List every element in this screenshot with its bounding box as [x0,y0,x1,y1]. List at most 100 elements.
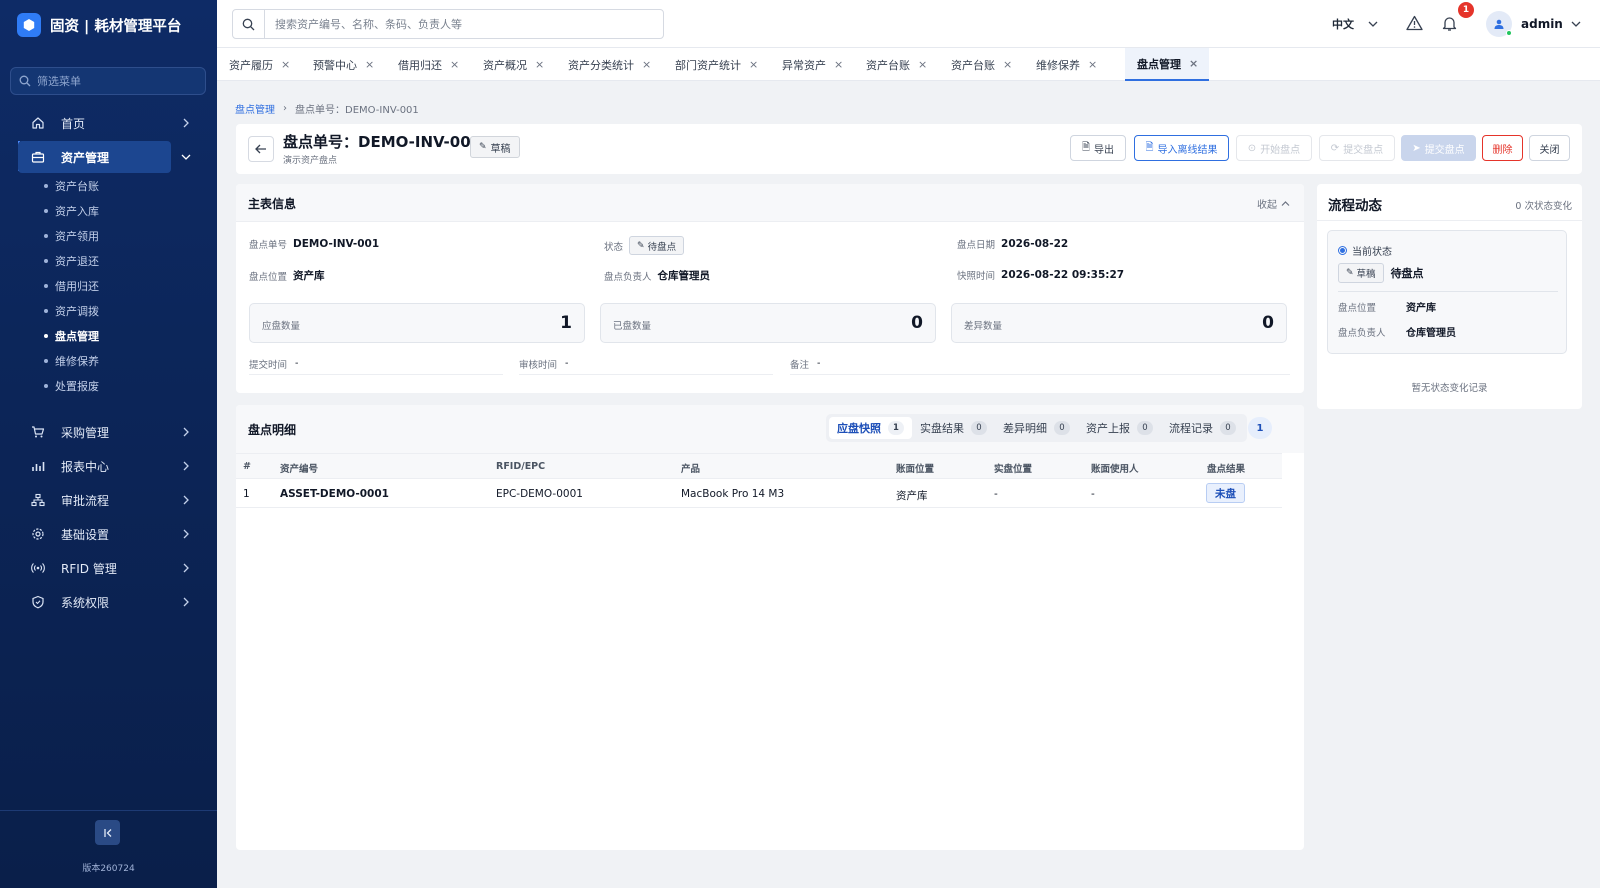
sidebar-subitem-label: 借用归还 [55,280,99,293]
back-button[interactable] [248,136,274,162]
bell-icon[interactable] [1442,15,1457,32]
sidebar-subitem-asset-return[interactable]: 资产退还 [44,251,99,271]
page-header: 盘点单号：DEMO-INV-001 演示资产盘点 ✎ 草稿 🗎 导出 🗎 导入离线结果… [236,124,1582,174]
detail-title: 盘点明细 [248,423,297,437]
tab-expected-snapshot[interactable]: 应盘快照 1 [829,417,912,439]
global-search-input[interactable] [275,17,635,31]
close-icon[interactable]: × [535,58,544,71]
app-logo[interactable]: 固资 | 耗材管理平台 [17,12,181,38]
tab-label: 实盘结果 [920,422,964,435]
detail-tabs: 应盘快照 1 实盘结果 0 差异明细 0 资产上报 0 流程记录 0 [826,414,1247,442]
sidebar-subitem-asset-inbound[interactable]: 资产入库 [44,201,99,221]
tab-asset-history[interactable]: 资产履历 × [217,48,301,81]
delete-button[interactable]: 删除 [1482,135,1523,161]
sidebar-subitem-borrow-return[interactable]: 借用归还 [44,276,99,296]
field-status: 状态 ✎ 待盘点 [604,236,685,255]
menu-filter-input[interactable]: 筛选菜单 [10,67,206,95]
field-location: 盘点位置 资产库 [249,268,325,283]
flow-owner: 盘点负责人 仓库管理员 [1338,324,1456,340]
close-icon[interactable]: × [1189,57,1198,70]
card-header [236,184,1304,222]
close-icon[interactable]: × [918,58,927,71]
close-button[interactable]: 关闭 [1529,135,1570,161]
table-row[interactable]: 1 ASSET-DEMO-0001 EPC-DEMO-0001 MacBook … [236,479,1282,508]
tab-differences[interactable]: 差异明细 0 [995,417,1078,439]
start-inventory-button[interactable]: ⊙ 开始盘点 [1236,135,1312,161]
tab-actual-results[interactable]: 实盘结果 0 [912,417,995,439]
sidebar-item-approval[interactable]: 审批流程 [18,484,204,516]
bullet [44,309,48,313]
warning-icon[interactable] [1406,15,1423,31]
field-value: - [565,358,569,369]
export-button[interactable]: 🗎 导出 [1070,135,1126,161]
document-icon: 🗎 [1145,141,1154,153]
close-icon[interactable]: × [1003,58,1012,71]
tab-maintenance[interactable]: 维修保养 × [1024,48,1109,81]
close-icon[interactable]: × [450,58,459,71]
cell-actual-location: - [994,488,998,500]
close-icon[interactable]: × [281,58,290,71]
collapse-label: 收起 [1257,200,1277,211]
close-icon[interactable]: × [1088,58,1097,71]
tab-borrow-return[interactable]: 借用归还 × [386,48,471,81]
bullet [44,259,48,263]
sidebar-subitem-disposal[interactable]: 处置报废 [44,376,99,396]
sidebar-item-reports[interactable]: 报表中心 [18,450,204,482]
global-search[interactable] [232,9,664,39]
language-switcher[interactable]: 中文 [1332,16,1378,32]
tab-alert-center[interactable]: 预警中心 × [301,48,386,81]
close-icon[interactable]: × [642,58,651,71]
flow-card: 流程动态 0 次状态变化 当前状态 ✎ 草稿 待盘点 盘点位置 资产库 盘点负责人 仓… [1317,184,1582,409]
sidebar-subitem-asset-ledger[interactable]: 资产台账 [44,176,99,196]
sidebar-footer: 版本260724 [0,810,217,888]
user-menu[interactable]: admin [1486,11,1581,37]
sidebar-subitem-asset-transfer[interactable]: 资产调拨 [44,301,99,321]
import-offline-button[interactable]: 🗎 导入离线结果 [1134,135,1229,161]
sidebar-subitem-asset-requisition[interactable]: 资产领用 [44,226,99,246]
flow-change-count: 0 次状态变化 [1515,201,1572,212]
tab-asset-ledger-2[interactable]: 资产台账 × [939,48,1024,81]
sidebar-item-asset-management[interactable]: 资产管理 [18,141,191,173]
close-icon[interactable]: × [365,58,374,71]
sidebar-item-label: 首页 [61,116,86,131]
field-review-time: 审核时间 - [519,353,773,375]
sidebar-subitem-label: 处置报废 [55,380,99,393]
export-button-label: 导出 [1094,144,1115,156]
tab-inventory[interactable]: 盘点管理 × [1125,48,1209,81]
submit-check-button-label: 提交盘点 [1343,144,1384,156]
breadcrumb-link[interactable]: 盘点管理 [235,101,275,116]
tab-label: 差异明细 [1003,422,1047,435]
close-icon[interactable]: × [749,58,758,71]
sidebar-subitem-inventory[interactable]: 盘点管理 [44,326,99,346]
collapse-sidebar-button[interactable] [95,820,120,845]
sidebar-item-procurement[interactable]: 采购管理 [18,416,204,448]
sidebar-item-home[interactable]: 首页 [18,107,204,139]
submit-button[interactable]: ➤ 提交盘点 [1401,135,1476,161]
submit-check-button[interactable]: ⟳ 提交盘点 [1319,135,1395,161]
import-offline-button-label: 导入离线结果 [1157,144,1218,156]
cell-book-location: 资产库 [896,490,928,502]
sidebar-item-rfid[interactable]: RFID 管理 [18,552,204,584]
field-label: 状态 [604,241,624,253]
briefcase-icon [28,147,48,167]
page-tabs: 资产履历 × 预警中心 × 借用归还 × 资产概况 × 资产分类统计 × 部门资产统计 × … [217,48,1600,81]
tab-asset-ledger-1[interactable]: 资产台账 × [854,48,939,81]
field-value: 资产库 [1406,303,1436,314]
tab-asset-reports[interactable]: 资产上报 0 [1078,417,1161,439]
bullet [44,234,48,238]
sidebar-subitem-maintenance[interactable]: 维修保养 [44,351,99,371]
sidebar-item-basic-settings[interactable]: 基础设置 [18,518,204,550]
home-icon [28,113,48,133]
tab-department-stats[interactable]: 部门资产统计 × [663,48,770,81]
close-icon[interactable]: × [834,58,843,71]
cell-index: 1 [243,488,250,500]
tab-abnormal-assets[interactable]: 异常资产 × [770,48,854,81]
tab-asset-overview[interactable]: 资产概况 × [471,48,556,81]
field-label: 提交时间 [249,359,288,371]
field-value: - [295,358,299,369]
sidebar-item-permissions[interactable]: 系统权限 [18,586,204,618]
page-subtitle: 演示资产盘点 [283,156,338,166]
tab-flow-records[interactable]: 流程记录 0 [1161,417,1244,439]
collapse-toggle[interactable]: 收起 [1257,196,1290,211]
tab-category-stats[interactable]: 资产分类统计 × [556,48,663,81]
